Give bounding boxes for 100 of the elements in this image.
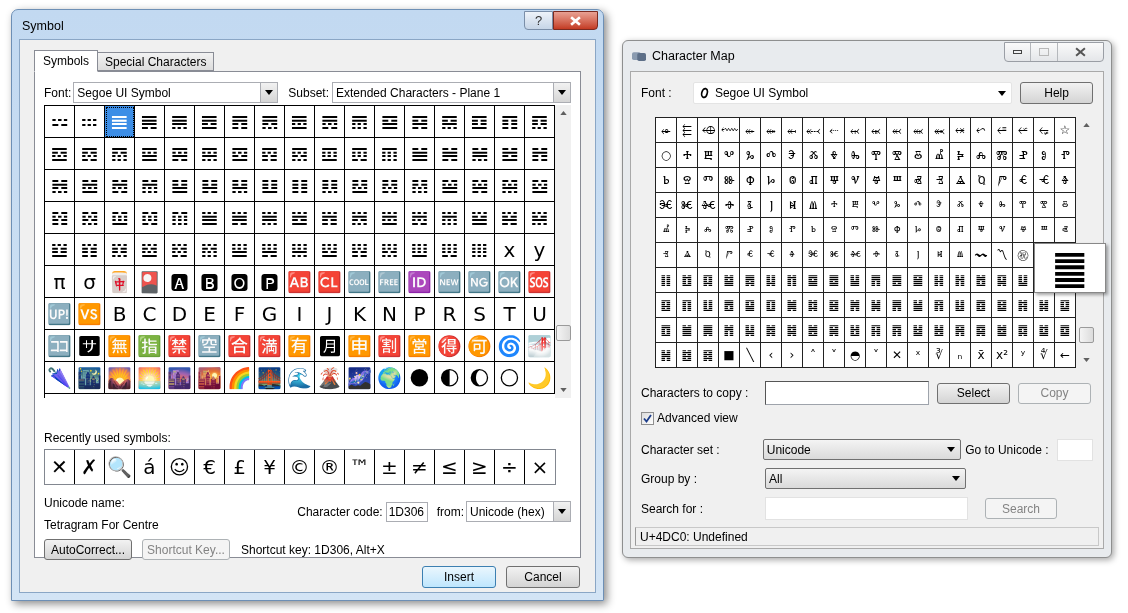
- symbol-cell[interactable]: 𝌍: [315, 106, 345, 138]
- character-cell[interactable]: ⬹: [845, 118, 866, 143]
- character-cell[interactable]: Ⱗ: [656, 193, 677, 218]
- character-cell[interactable]: ⬺: [866, 118, 887, 143]
- symbol-cell[interactable]: 𝌾: [255, 202, 285, 234]
- character-cell[interactable]: ₙ: [950, 343, 971, 368]
- character-cell[interactable]: Ⱍ: [866, 168, 887, 193]
- character-cell[interactable]: ⱚ: [866, 243, 887, 268]
- symbol-cell[interactable]: 𝍍: [195, 234, 225, 266]
- symbol-cell[interactable]: 𝍌: [165, 234, 195, 266]
- symbol-cell[interactable]: 🈳: [195, 330, 225, 362]
- character-cell[interactable]: ⬳: [719, 118, 740, 143]
- font-select[interactable]: Segoe UI Symbol: [692, 82, 1013, 104]
- character-cell[interactable]: ䷏: [950, 268, 971, 293]
- symbol-cell[interactable]: 🆎: [285, 266, 315, 298]
- character-cell[interactable]: ䷄: [719, 268, 740, 293]
- character-cell[interactable]: ䷰: [803, 318, 824, 343]
- character-cell[interactable]: ䷳: [866, 318, 887, 343]
- character-cell[interactable]: x̄: [971, 343, 992, 368]
- character-cell[interactable]: ䷈: [803, 268, 824, 293]
- character-cell[interactable]: ⱜ: [908, 243, 929, 268]
- dropdown-button[interactable]: [553, 502, 570, 521]
- character-cell[interactable]: ䷲: [845, 318, 866, 343]
- character-cell[interactable]: Ⱞ: [803, 193, 824, 218]
- character-cell[interactable]: Ⰵ: [782, 143, 803, 168]
- symbol-cell[interactable]: 🈹: [375, 330, 405, 362]
- character-cell[interactable]: ⱅ: [845, 218, 866, 243]
- character-cell[interactable]: ䷐: [971, 268, 992, 293]
- character-cell[interactable]: Ⱝ: [782, 193, 803, 218]
- symbol-cell[interactable]: F: [225, 298, 255, 330]
- symbol-cell[interactable]: 𝌶: [525, 170, 555, 202]
- symbol-cell[interactable]: y: [525, 234, 555, 266]
- character-cell[interactable]: ䷂: [677, 268, 698, 293]
- character-cell[interactable]: ⱁ: [761, 218, 782, 243]
- recent-symbol[interactable]: ×: [525, 450, 555, 484]
- character-cell[interactable]: ⱕ: [761, 243, 782, 268]
- character-cell[interactable]: ⱙ: [845, 243, 866, 268]
- symbol-cell[interactable]: 𝌧: [75, 170, 105, 202]
- character-cell[interactable]: ʸ: [1013, 343, 1034, 368]
- symbol-cell[interactable]: 𝌖: [75, 138, 105, 170]
- character-cell[interactable]: Ⰿ: [992, 143, 1013, 168]
- character-cell[interactable]: ‹: [761, 343, 782, 368]
- dialog-button[interactable]: Cancel: [506, 566, 580, 588]
- character-cell[interactable]: Ⱔ: [1013, 168, 1034, 193]
- symbol-cell[interactable]: π: [45, 266, 75, 298]
- symbol-cell[interactable]: 🌑: [405, 362, 435, 394]
- symbol-cell[interactable]: σ: [75, 266, 105, 298]
- symbol-cell[interactable]: 𝌸: [75, 202, 105, 234]
- symbol-cell[interactable]: 𝍐: [285, 234, 315, 266]
- symbol-cell[interactable]: 𝌽: [225, 202, 255, 234]
- character-cell[interactable]: ⱞ: [950, 243, 971, 268]
- character-cell[interactable]: ䷖: [677, 293, 698, 318]
- character-cell[interactable]: ䷴: [887, 318, 908, 343]
- character-cell[interactable]: Ⰸ: [845, 143, 866, 168]
- character-cell[interactable]: ☆: [1055, 118, 1076, 143]
- symbol-cell[interactable]: 𝌺: [135, 202, 165, 234]
- character-cell[interactable]: ䷘: [719, 293, 740, 318]
- character-cell[interactable]: ⱉ: [929, 218, 950, 243]
- symbol-cell[interactable]: 𝍓: [375, 234, 405, 266]
- character-cell[interactable]: ⱍ: [1013, 218, 1034, 243]
- character-cell[interactable]: ˅: [824, 343, 845, 368]
- character-cell[interactable]: ䷸: [971, 318, 992, 343]
- character-cell[interactable]: ䷊: [845, 268, 866, 293]
- symbol-cell[interactable]: R: [435, 298, 465, 330]
- character-cell[interactable]: ⬽: [929, 118, 950, 143]
- character-cell[interactable]: Ⱜ: [761, 193, 782, 218]
- character-cell[interactable]: ⭁: [1013, 118, 1034, 143]
- character-cell[interactable]: ䷙: [740, 293, 761, 318]
- symbol-cell[interactable]: 🅰: [165, 266, 195, 298]
- symbol-cell[interactable]: 🆕: [435, 266, 465, 298]
- symbol-cell[interactable]: 𝌪: [165, 170, 195, 202]
- character-cell[interactable]: ䷎: [929, 268, 950, 293]
- symbol-cell[interactable]: 𝌱: [375, 170, 405, 202]
- tab[interactable]: Symbols: [34, 50, 98, 72]
- character-cell[interactable]: Ⱈ: [761, 168, 782, 193]
- character-cell[interactable]: ⱋ: [971, 218, 992, 243]
- character-cell[interactable]: ⱘ: [824, 243, 845, 268]
- character-cell[interactable]: ˄: [803, 343, 824, 368]
- symbol-cell[interactable]: 🆓: [375, 266, 405, 298]
- character-cell[interactable]: ⰹ: [1013, 193, 1034, 218]
- symbol-cell[interactable]: 𝌌: [285, 106, 315, 138]
- character-set-select[interactable]: Unicode: [762, 439, 962, 460]
- symbol-cell[interactable]: 𝌕: [45, 138, 75, 170]
- symbol-cell[interactable]: 𝍀: [315, 202, 345, 234]
- character-cell[interactable]: Ⱊ: [803, 168, 824, 193]
- character-cell[interactable]: ⰻ: [1055, 193, 1076, 218]
- character-cell[interactable]: ⱂ: [782, 218, 803, 243]
- character-cell[interactable]: ⱌ: [992, 218, 1013, 243]
- symbol-cell[interactable]: 𝌤: [495, 138, 525, 170]
- character-cell[interactable]: ⬷: [803, 118, 824, 143]
- close-button[interactable]: [553, 11, 598, 30]
- character-cell[interactable]: ⱄ: [824, 218, 845, 243]
- symbol-cell[interactable]: 𝌜: [255, 138, 285, 170]
- symbol-cell[interactable]: 🌁: [525, 330, 555, 362]
- symbol-cell[interactable]: 𝌇: [135, 106, 165, 138]
- character-cell[interactable]: Ⱛ: [740, 193, 761, 218]
- character-cell[interactable]: 〽: [992, 243, 1013, 268]
- character-cell[interactable]: Ⱒ: [971, 168, 992, 193]
- symbol-cell[interactable]: 🈴: [225, 330, 255, 362]
- character-cell[interactable]: Ⱅ: [698, 168, 719, 193]
